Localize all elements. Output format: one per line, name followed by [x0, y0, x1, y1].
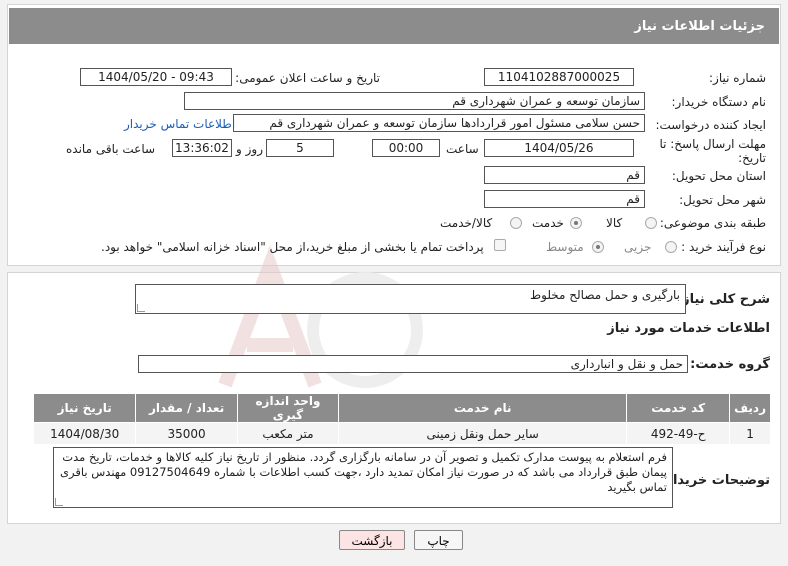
summary-textarea: بارگیری و حمل مصالح مخلوط [135, 284, 686, 314]
buyer-org-label: نام دستگاه خریدار: [671, 95, 767, 109]
city-label: شهر محل تحویل: [679, 193, 766, 207]
table-row: 1 ح-49-492 سایر حمل ونقل زمینی متر مکعب … [32, 422, 771, 445]
cell-unit: متر مکعب [236, 422, 340, 445]
province-field: قم [484, 166, 645, 184]
process-option-minor: جزیی [624, 240, 652, 254]
resize-grip-icon[interactable] [137, 304, 145, 312]
print-button[interactable]: چاپ [414, 530, 463, 550]
buyer-notes-text: فرم استعلام به پیوست مدارک تکمیل و تصویر… [60, 450, 667, 494]
category-label: طبقه بندی موضوعی: [659, 216, 766, 230]
col-header-row-number: ردیف [729, 393, 771, 423]
category-radio-goods-service[interactable] [510, 217, 522, 229]
process-radio-minor[interactable] [665, 241, 677, 253]
buyer-notes-label: توضیحات خریدار: [660, 473, 770, 488]
process-radio-medium[interactable] [592, 241, 604, 253]
treasury-payment-note: پرداخت تمام یا بخشی از مبلغ خرید،از محل … [101, 240, 484, 254]
back-button[interactable]: بازگشت [339, 530, 405, 550]
page-title: جزئیات اطلاعات نیاز [9, 8, 779, 44]
summary-label: شرح کلی نیاز: [676, 292, 770, 307]
announce-datetime-label: تاریخ و ساعت اعلان عمومی: [235, 71, 380, 85]
summary-text: بارگیری و حمل مصالح مخلوط [530, 288, 680, 302]
services-heading: اطلاعات خدمات مورد نیاز [607, 321, 770, 336]
days-label: روز و [236, 142, 263, 156]
deadline-date-field: 1404/05/26 [484, 139, 634, 157]
col-header-service-code: کد خدمت [626, 393, 731, 423]
service-group-label: گروه خدمت: [690, 357, 770, 372]
cell-need-date: 1404/08/30 [32, 422, 137, 445]
resize-grip-icon[interactable] [55, 498, 63, 506]
col-header-need-date: تاریخ نیاز [32, 393, 137, 423]
col-header-unit: واحد اندازه گیری [236, 393, 340, 423]
buyer-notes-textarea: فرم استعلام به پیوست مدارک تکمیل و تصویر… [53, 447, 673, 508]
buyer-org-field: سازمان توسعه و عمران شهرداری قم [184, 92, 645, 110]
need-number-label: شماره نیاز: [709, 71, 766, 85]
remaining-time-label: ساعت باقی مانده [66, 142, 156, 156]
process-option-medium: متوسط [546, 240, 584, 254]
city-field: قم [484, 190, 645, 208]
process-label: نوع فرآیند خرید : [681, 240, 766, 254]
province-label: استان محل تحویل: [671, 169, 766, 183]
requester-field: حسن سلامی مسئول امور قراردادها سازمان تو… [233, 114, 645, 132]
service-group-field: حمل و نقل و انبارداری [138, 355, 688, 373]
deadline-time-field: 00:00 [372, 139, 440, 157]
deadline-date-label: تاریخ: [738, 151, 766, 165]
remaining-days-field: 5 [266, 139, 334, 157]
cell-service-name: سایر حمل ونقل زمینی [338, 422, 628, 445]
col-header-quantity: تعداد / مقدار [135, 393, 238, 423]
col-header-service-name: نام خدمت [338, 393, 628, 423]
need-number-field: 1104102887000025 [484, 68, 634, 86]
deadline-time-label: ساعت [446, 142, 479, 156]
table-header-row: ردیف کد خدمت نام خدمت واحد اندازه گیری ت… [32, 393, 771, 423]
cell-quantity: 35000 [135, 422, 238, 445]
category-radio-service[interactable] [570, 217, 582, 229]
buyer-contact-link[interactable]: اطلاعات تماس خریدار [124, 117, 235, 131]
treasury-payment-checkbox[interactable] [494, 239, 506, 251]
category-option-service: خدمت [532, 216, 564, 230]
requester-label: ایجاد کننده درخواست: [655, 118, 766, 132]
cell-service-code: ح-49-492 [626, 422, 731, 445]
services-table: ردیف کد خدمت نام خدمت واحد اندازه گیری ت… [32, 393, 771, 445]
category-option-goods: کالا [606, 216, 623, 230]
deadline-label: مهلت ارسال پاسخ: تا [659, 137, 766, 151]
cell-row-number: 1 [729, 422, 771, 445]
category-radio-goods[interactable] [645, 217, 657, 229]
category-option-goods-service: کالا/خدمت [440, 216, 493, 230]
announce-datetime-field: 1404/05/20 - 09:43 [80, 68, 232, 86]
remaining-time-field: 13:36:02 [172, 139, 232, 157]
